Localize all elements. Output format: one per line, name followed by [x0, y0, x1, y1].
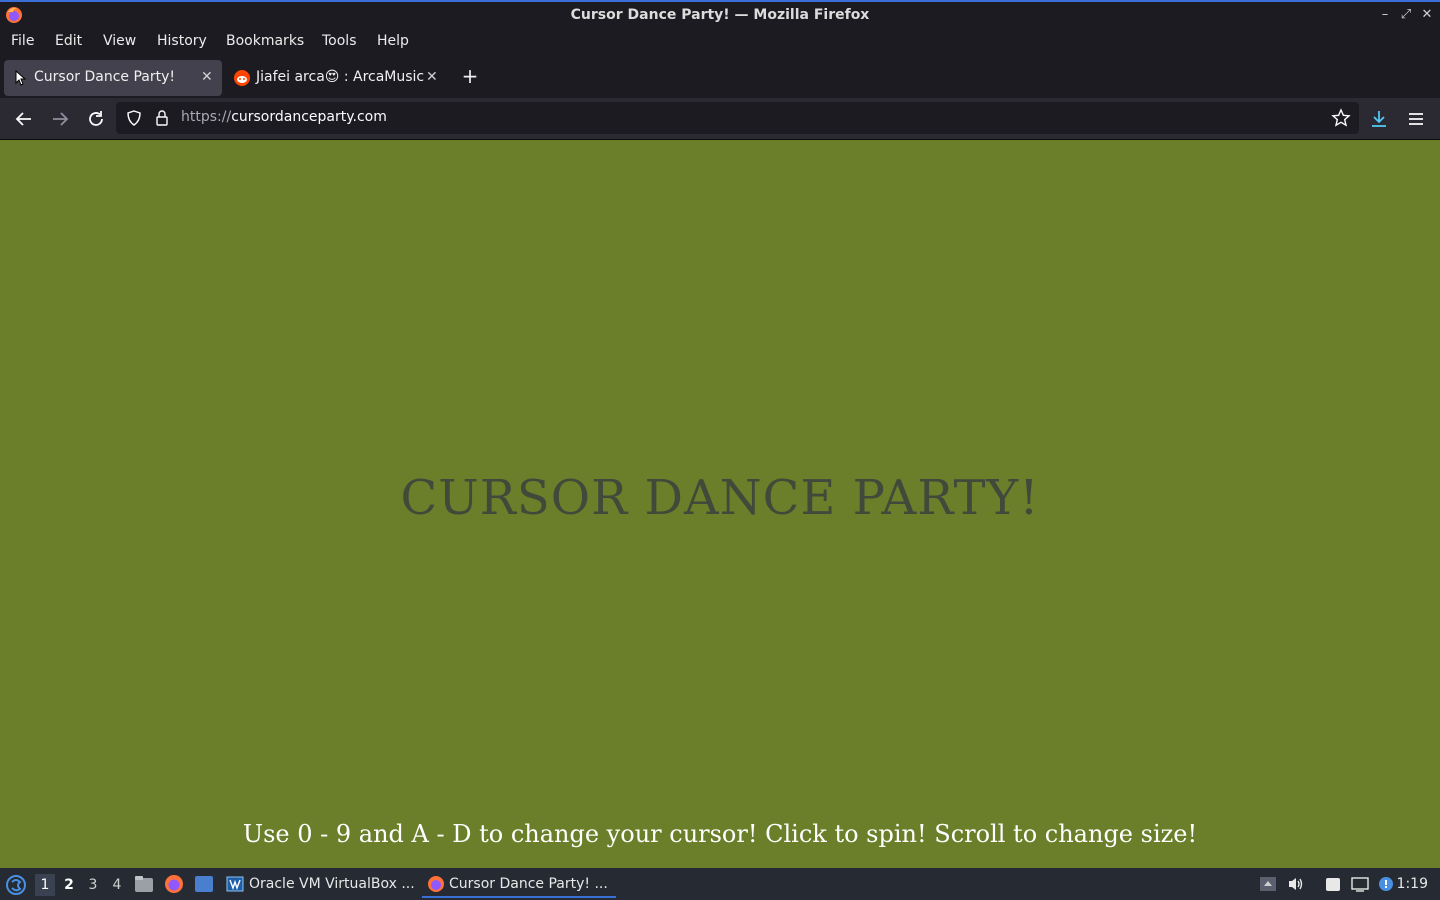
window-title: Cursor Dance Party! — Mozilla Firefox — [570, 7, 870, 23]
workspace-1[interactable]: 1 — [35, 874, 55, 896]
firefox-icon — [428, 876, 444, 892]
minimize-icon[interactable]: – — [1376, 6, 1394, 24]
task-label: Oracle VM VirtualBox ... — [249, 876, 415, 892]
page-headline: CURSOR DANCE PARTY! — [400, 470, 1040, 526]
forward-icon[interactable] — [49, 108, 71, 130]
virtualbox-icon — [226, 876, 244, 892]
menu-view[interactable]: View — [103, 33, 136, 49]
menu-history[interactable]: History — [157, 33, 207, 49]
workspace-2[interactable]: 2 — [59, 874, 79, 896]
tab-strip: Cursor Dance Party! ✕ Jiafei arca😍 : Arc… — [0, 56, 1440, 98]
page-content[interactable]: CURSOR DANCE PARTY! Use 0 - 9 and A - D … — [0, 140, 1440, 868]
new-tab-button[interactable]: + — [460, 64, 480, 88]
volume-icon[interactable] — [1287, 876, 1305, 892]
menu-edit[interactable]: Edit — [55, 33, 82, 49]
url-bar[interactable]: https://cursordanceparty.com — [116, 102, 1359, 134]
close-tab-icon[interactable]: ✕ — [426, 69, 438, 85]
menu-bar: File Edit View History Bookmarks Tools H… — [0, 28, 1440, 54]
clock: 1:19 — [1396, 876, 1428, 892]
workspace-3[interactable]: 3 — [83, 874, 103, 896]
tray-up-arrow-icon[interactable] — [1259, 876, 1277, 892]
url-text[interactable]: https://cursordanceparty.com — [181, 109, 387, 125]
reddit-icon — [234, 70, 250, 86]
tab-arcamusic[interactable]: Jiafei arca😍 : ArcaMusic ✕ — [226, 60, 448, 96]
close-tab-icon[interactable]: ✕ — [201, 69, 213, 85]
reload-icon[interactable] — [85, 108, 107, 130]
window-titlebar: Cursor Dance Party! — Mozilla Firefox – … — [0, 0, 1440, 28]
page-instructions: Use 0 - 9 and A - D to change your curso… — [242, 820, 1198, 848]
tab-label: Cursor Dance Party! — [34, 69, 175, 85]
firefox-icon[interactable] — [164, 874, 184, 894]
hamburger-menu-icon[interactable] — [1405, 108, 1427, 130]
network-icon[interactable] — [1351, 876, 1369, 892]
back-icon[interactable] — [13, 108, 35, 130]
cursor-icon — [15, 70, 27, 86]
lock-icon[interactable] — [154, 109, 170, 127]
shield-icon[interactable] — [126, 110, 142, 126]
navigation-bar: https://cursordanceparty.com — [0, 98, 1440, 140]
start-menu-icon[interactable] — [5, 874, 27, 896]
tab-label: Jiafei arca😍 : ArcaMusic — [256, 69, 425, 85]
menu-file[interactable]: File — [11, 33, 34, 49]
taskbar: 1 2 3 4 Oracle VM VirtualBox ... Cursor … — [0, 868, 1440, 900]
bookmark-star-icon[interactable] — [1331, 108, 1351, 128]
tab-cursor-dance-party[interactable]: Cursor Dance Party! ✕ — [4, 60, 222, 96]
notification-icon[interactable] — [1377, 876, 1395, 892]
file-manager-icon[interactable] — [134, 875, 154, 893]
maximize-icon[interactable]: ⤢ — [1397, 6, 1415, 24]
menu-help[interactable]: Help — [377, 33, 409, 49]
task-label: Cursor Dance Party! ... — [449, 876, 608, 892]
task-virtualbox[interactable]: Oracle VM VirtualBox ... — [222, 870, 416, 898]
menu-tools[interactable]: Tools — [322, 33, 357, 49]
clipboard-icon[interactable] — [1324, 876, 1342, 892]
menu-bookmarks[interactable]: Bookmarks — [226, 33, 304, 49]
workspace-4[interactable]: 4 — [107, 874, 127, 896]
task-firefox[interactable]: Cursor Dance Party! ... — [422, 870, 616, 898]
terminal-icon[interactable] — [194, 875, 214, 893]
download-icon[interactable] — [1368, 108, 1390, 130]
close-window-icon[interactable]: ✕ — [1418, 6, 1436, 24]
